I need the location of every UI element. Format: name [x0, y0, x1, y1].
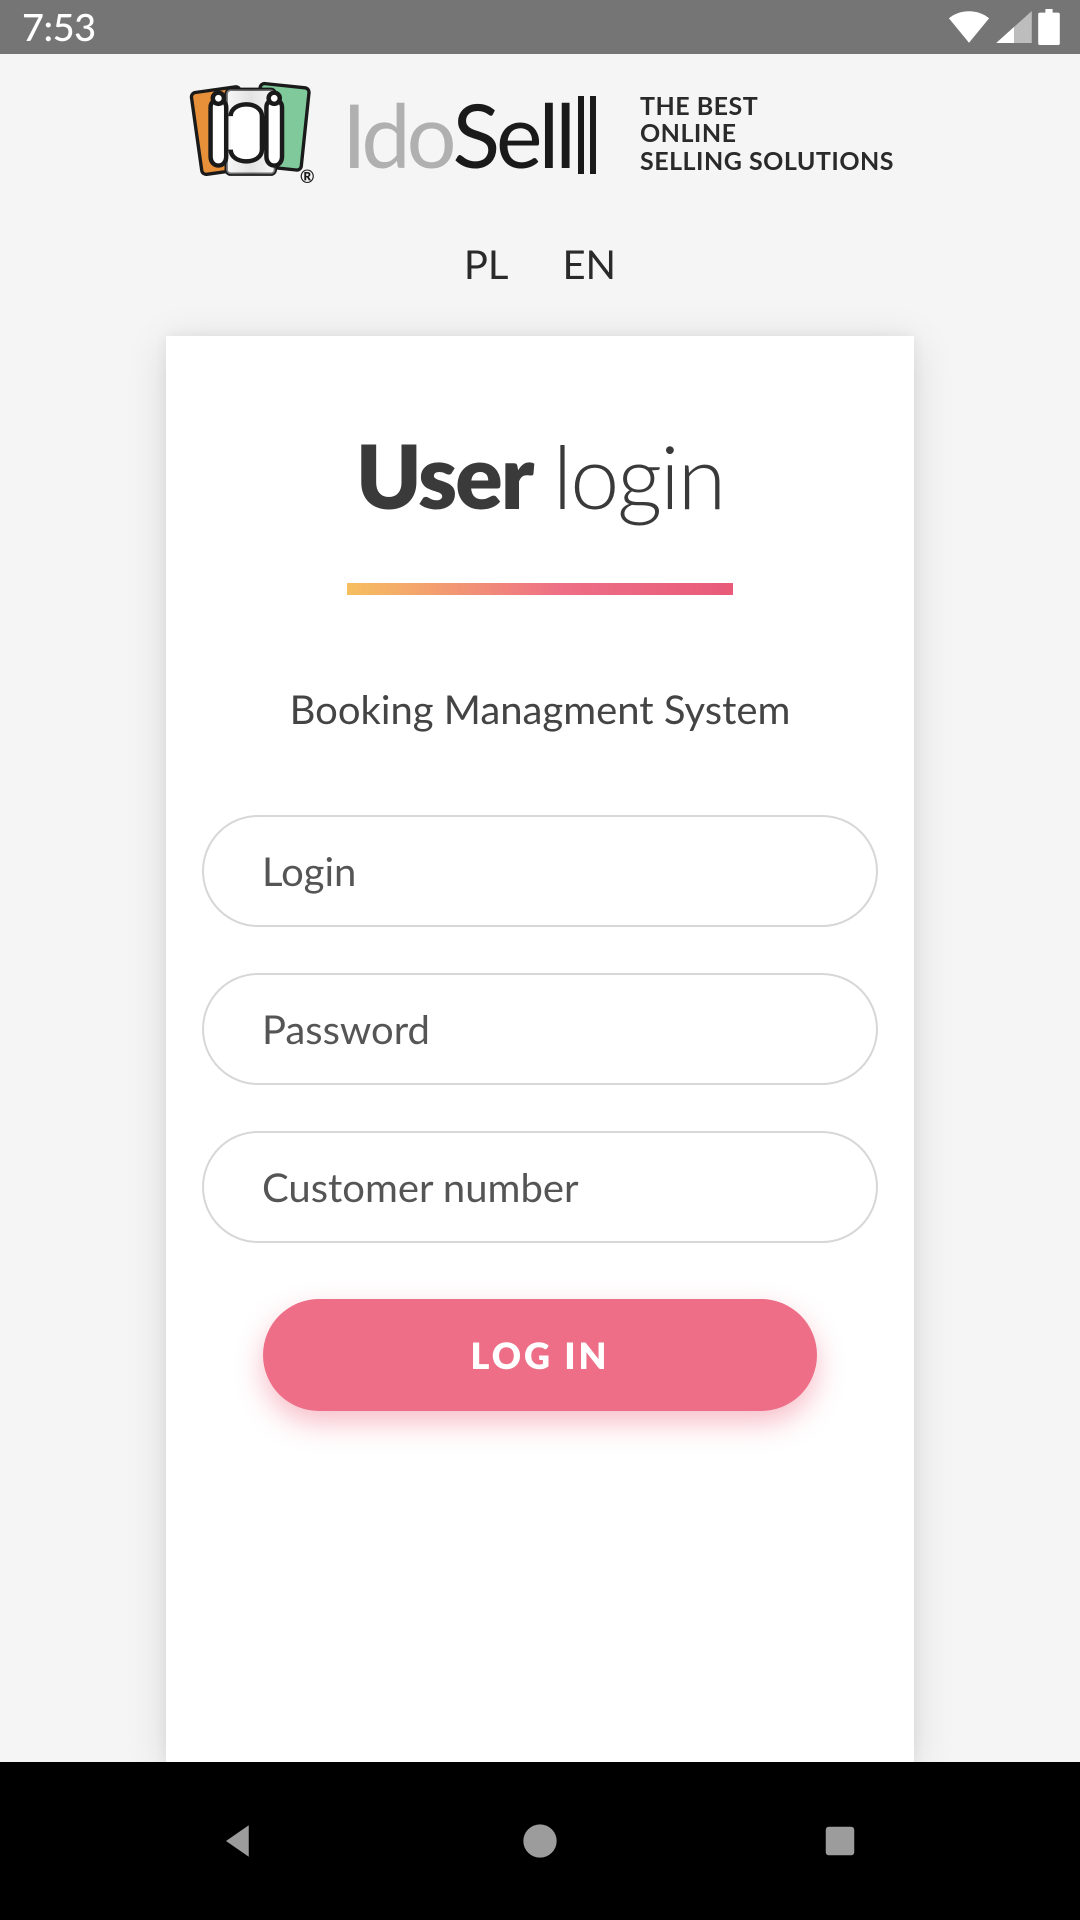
login-button[interactable]: LOG IN [263, 1299, 817, 1411]
home-icon [520, 1821, 560, 1861]
brand-wordmark: IdoSell [342, 90, 596, 178]
brand-logo: ® IdoSell THE BEST ONLINE SELLING SOLUTI… [186, 78, 894, 190]
title-accent [347, 583, 733, 595]
status-time: 7:53 [22, 4, 96, 50]
tagline-line: ONLINE [640, 120, 894, 148]
brand-bars-icon [578, 96, 596, 174]
lang-pl-button[interactable]: PL [464, 240, 509, 288]
app-content: ® IdoSell THE BEST ONLINE SELLING SOLUTI… [0, 54, 1080, 1762]
lang-en-button[interactable]: EN [562, 240, 616, 288]
recent-icon [821, 1822, 859, 1860]
cell-signal-icon [996, 11, 1032, 43]
brand-word-ido: Ido [342, 90, 453, 178]
brand-word-sell: Sell [453, 90, 572, 178]
wifi-icon [948, 11, 990, 43]
android-nav-bar [0, 1762, 1080, 1920]
status-bar: 7:53 [0, 0, 1080, 54]
battery-icon [1038, 9, 1060, 45]
nav-recent-button[interactable] [810, 1811, 870, 1871]
nav-home-button[interactable] [510, 1811, 570, 1871]
language-switcher: PL EN [464, 240, 616, 288]
nav-back-button[interactable] [210, 1811, 270, 1871]
login-card: User login Booking Managment System LOG … [166, 336, 914, 1762]
tagline-line: THE BEST [640, 93, 894, 121]
svg-text:®: ® [300, 165, 315, 187]
page-title: User login [356, 422, 724, 528]
tagline-line: SELLING SOLUTIONS [640, 148, 894, 176]
login-input[interactable] [202, 815, 878, 927]
login-form [202, 815, 878, 1243]
status-icons [948, 9, 1060, 45]
customer-number-input[interactable] [202, 1131, 878, 1243]
back-icon [219, 1820, 261, 1862]
password-input[interactable] [202, 973, 878, 1085]
brand-mark-icon: ® [186, 78, 320, 190]
brand-tagline: THE BEST ONLINE SELLING SOLUTIONS [640, 93, 894, 176]
page-subtitle: Booking Managment System [290, 685, 791, 733]
